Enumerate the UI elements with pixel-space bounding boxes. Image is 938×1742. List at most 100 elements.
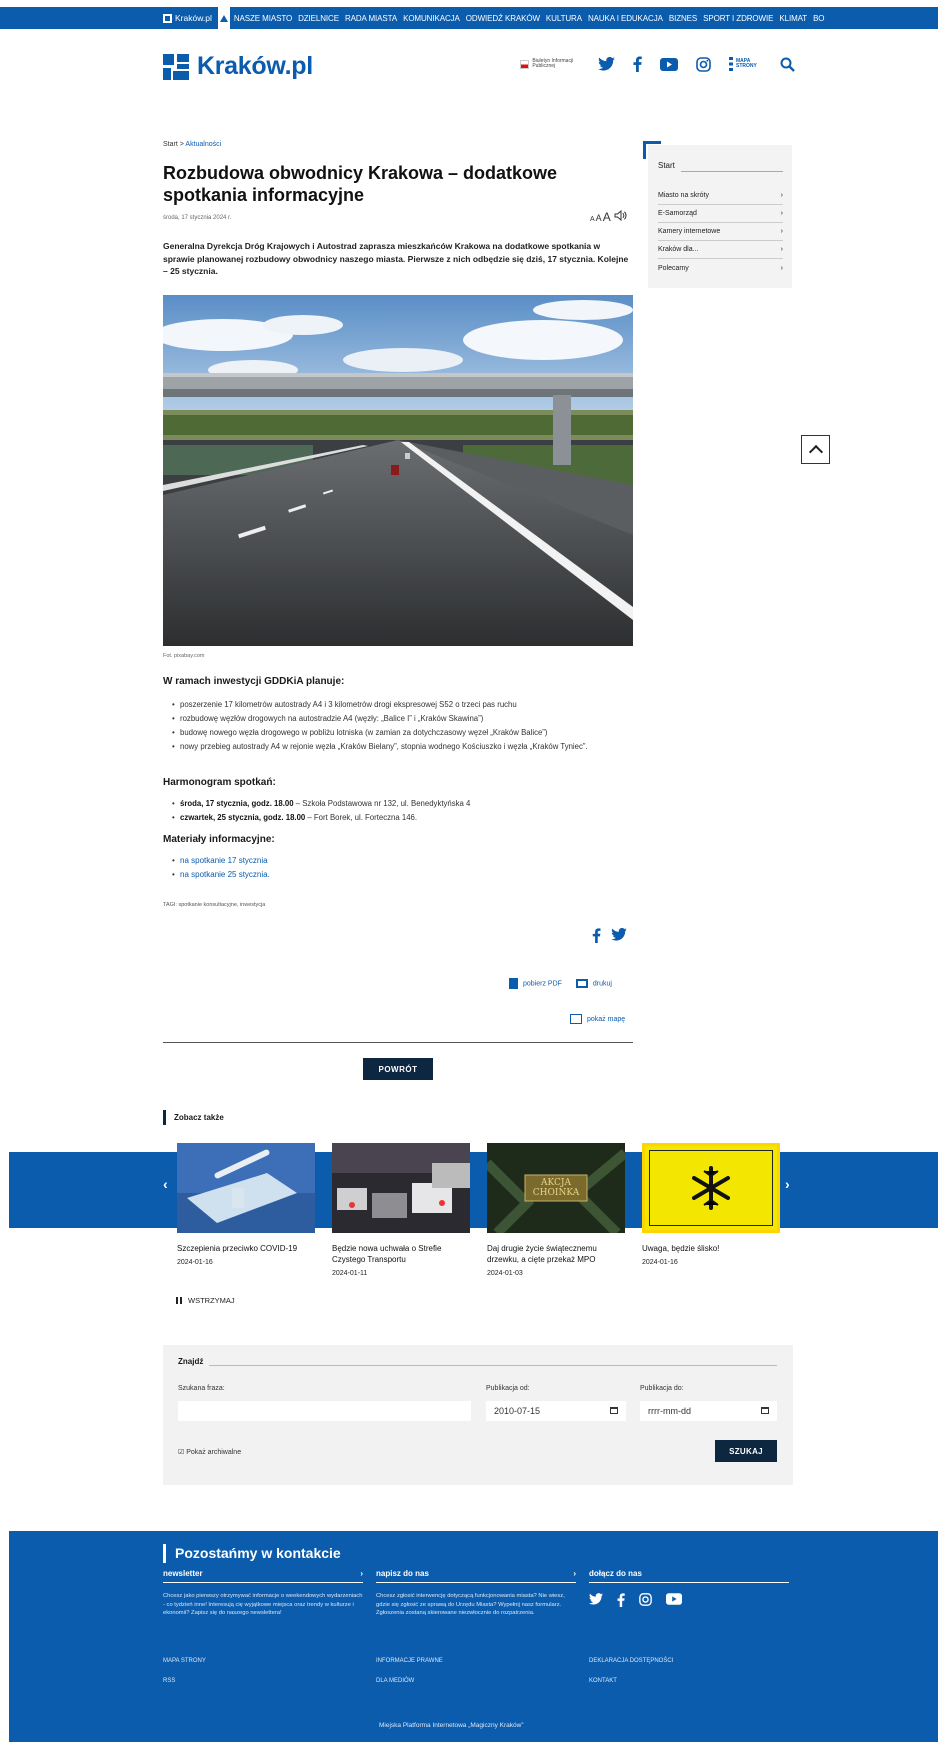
material-link-17[interactable]: na spotkanie 17 stycznia [180, 856, 268, 865]
list-item: czwartek, 25 stycznia, godz. 18.00 – For… [172, 811, 632, 825]
chevron-right-icon: › [780, 228, 783, 235]
map-icon [570, 1014, 582, 1024]
krakow-logo-mark-icon [163, 53, 189, 80]
facebook-icon[interactable] [633, 56, 642, 72]
calendar-icon[interactable] [761, 1407, 769, 1414]
article-lead: Generalna Dyrekcja Dróg Krajowych i Auto… [163, 241, 629, 276]
sitemap-icon[interactable]: MAPA STRONY [729, 57, 762, 71]
top-navigation-bar: Kraków.pl NASZE MIASTO DZIELNICE RADA MI… [0, 7, 938, 29]
date-to-input[interactable]: rrrr-mm-dd [640, 1401, 777, 1421]
pdf-icon [509, 978, 518, 989]
footer-link-accessibility[interactable]: DEKLARACJA DOSTĘPNOŚCI [589, 1658, 673, 1664]
youtube-icon[interactable] [666, 1593, 682, 1610]
sidebar-item-krakow-dla[interactable]: Kraków dla... › [658, 241, 783, 259]
date-from-input[interactable]: 2010-07-15 [486, 1401, 626, 1421]
footer-link-sitemap[interactable]: MAPA STRONY [163, 1658, 206, 1664]
article-actions: pobierz PDF drukuj [509, 978, 612, 989]
phrase-input[interactable] [178, 1401, 471, 1421]
site-header: Kraków.pl Biuletyn Informacji Publicznej… [163, 48, 795, 88]
font-medium-button[interactable]: A [596, 213, 602, 223]
twitter-icon[interactable] [589, 1593, 603, 1610]
font-small-button[interactable]: A [590, 216, 595, 223]
topbar-brand-link[interactable]: Kraków.pl [163, 13, 212, 23]
pdf-download-link[interactable]: pobierz PDF [509, 978, 562, 989]
footer-link-contact[interactable]: KONTAKT [589, 1678, 617, 1684]
twitter-icon[interactable] [598, 57, 615, 71]
nav-item-rada-miasta[interactable]: RADA MIASTA [345, 14, 397, 23]
back-button[interactable]: POWRÓT [363, 1058, 433, 1080]
sidebar-item-polecamy[interactable]: Polecamy › [658, 259, 783, 277]
article-date: środa, 17 stycznia 2024 r. [163, 215, 232, 221]
schedule-list: środa, 17 stycznia, godz. 18.00 – Szkoła… [172, 797, 632, 825]
youtube-icon[interactable] [660, 57, 678, 71]
share-twitter-icon[interactable] [611, 927, 627, 946]
footer-link-legal[interactable]: INFORMACJE PRAWNE [376, 1658, 443, 1664]
footer-heading: Pozostańmy w kontakcie [163, 1544, 341, 1563]
chevron-right-icon: › [780, 246, 783, 253]
print-link[interactable]: drukuj [575, 979, 612, 988]
list-item: budowę nowego węzła drogowego w pobliżu … [172, 726, 632, 740]
carousel-prev-icon[interactable]: ‹ [163, 1176, 168, 1192]
news-card[interactable]: Będzie nowa uchwała o Strefie Czystego T… [332, 1143, 470, 1277]
nav-item-kultura[interactable]: KULTURA [546, 14, 582, 23]
nav-item-sport[interactable]: SPORT I ZDROWIE [703, 14, 773, 23]
show-map-link[interactable]: pokaż mapę [570, 1014, 625, 1024]
search-form: Znajdź Szukana fraza: Publikacja od: 201… [163, 1345, 793, 1485]
news-card[interactable]: Uwaga, będzie ślisko! 2024-01-16 [642, 1143, 780, 1266]
instagram-icon[interactable] [639, 1593, 652, 1610]
carousel-pause-button[interactable]: WSTRZYMAJ [176, 1296, 235, 1305]
list-item: nowy przebieg autostrady A4 w rejonie wę… [172, 740, 632, 754]
article-tags: TAGI: spotkanie konsultacyjne, inwestycj… [163, 902, 266, 908]
sidebar-item-kamery[interactable]: Kamery internetowe › [658, 223, 783, 241]
search-icon[interactable] [780, 57, 795, 72]
bip-link[interactable]: Biuletyn Informacji Publicznej [520, 58, 580, 70]
sidebar-item-esamorzad[interactable]: E-Samorząd › [658, 205, 783, 223]
date-to-label: Publikacja do: [640, 1385, 684, 1392]
chevron-right-icon: › [780, 264, 783, 272]
footer-link-rss[interactable]: RSS [163, 1678, 175, 1684]
krakow-logo-icon [163, 13, 172, 23]
search-submit-button[interactable]: SZUKAJ [715, 1440, 777, 1462]
nav-item-odwiedz-krakow[interactable]: ODWIEDŹ KRAKÓW [466, 14, 540, 23]
chevron-right-icon: › [780, 192, 783, 199]
nav-item-nauka[interactable]: NAUKA I EDUKACJA [588, 14, 663, 23]
archive-checkbox[interactable]: ☑ Pokaż archiwalne [178, 1448, 241, 1456]
footer-copyright: Miejska Platforma Internetowa „Magiczny … [379, 1722, 524, 1729]
news-card[interactable]: Szczepienia przeciwko COVID-19 2024-01-1… [177, 1143, 315, 1266]
news-card[interactable]: AKCJA CHOINKA Daj drugie życie świąteczn… [487, 1143, 625, 1277]
instagram-icon[interactable] [696, 56, 711, 72]
write-to-us-link[interactable]: napisz do nas › [376, 1569, 576, 1583]
material-link-25[interactable]: na spotkanie 25 stycznia. [180, 870, 270, 879]
share-facebook-icon[interactable] [592, 928, 601, 946]
nav-item-nasze-miasto[interactable]: NASZE MIASTO [234, 14, 292, 23]
photo-caption: Fot. pixabay.com [163, 653, 205, 659]
footer-link-media[interactable]: DLA MEDIÓW [376, 1678, 414, 1684]
plan-heading: W ramach inwestycji GDDKiA planuje: [163, 676, 345, 687]
schedule-heading: Harmonogram spotkań: [163, 777, 276, 788]
scroll-to-top-button[interactable] [801, 435, 830, 464]
search-heading: Znajdź [178, 1357, 204, 1366]
date-from-label: Publikacja od: [486, 1385, 530, 1392]
site-logo[interactable]: Kraków.pl [163, 52, 313, 81]
nav-item-komunikacja[interactable]: KOMUNIKACJA [403, 14, 460, 23]
home-icon[interactable] [217, 7, 230, 29]
facebook-icon[interactable] [617, 1593, 625, 1610]
nav-item-bo[interactable]: BO [813, 14, 824, 23]
sidebar-item-miasto[interactable]: Miasto na skróty › [658, 187, 783, 205]
chevron-right-icon: › [780, 210, 783, 217]
carousel-band [9, 1152, 938, 1228]
see-also-heading: Zobacz także [163, 1110, 224, 1125]
carousel-next-icon[interactable]: › [785, 1176, 790, 1192]
breadcrumb-current[interactable]: Aktualności [185, 141, 221, 148]
breadcrumb-start[interactable]: Start [163, 141, 178, 148]
nav-item-klimat[interactable]: KLIMAT [779, 14, 807, 23]
divider [163, 1042, 633, 1043]
nav-item-dzielnice[interactable]: DZIELNICE [298, 14, 339, 23]
newsletter-link[interactable]: newsletter › [163, 1569, 363, 1583]
speaker-icon[interactable] [614, 209, 627, 224]
footer-social [589, 1593, 682, 1610]
nav-item-biznes[interactable]: BIZNES [669, 14, 697, 23]
card-image: AKCJA CHOINKA [487, 1143, 625, 1233]
font-large-button[interactable]: A [603, 210, 611, 224]
calendar-icon[interactable] [610, 1407, 618, 1414]
